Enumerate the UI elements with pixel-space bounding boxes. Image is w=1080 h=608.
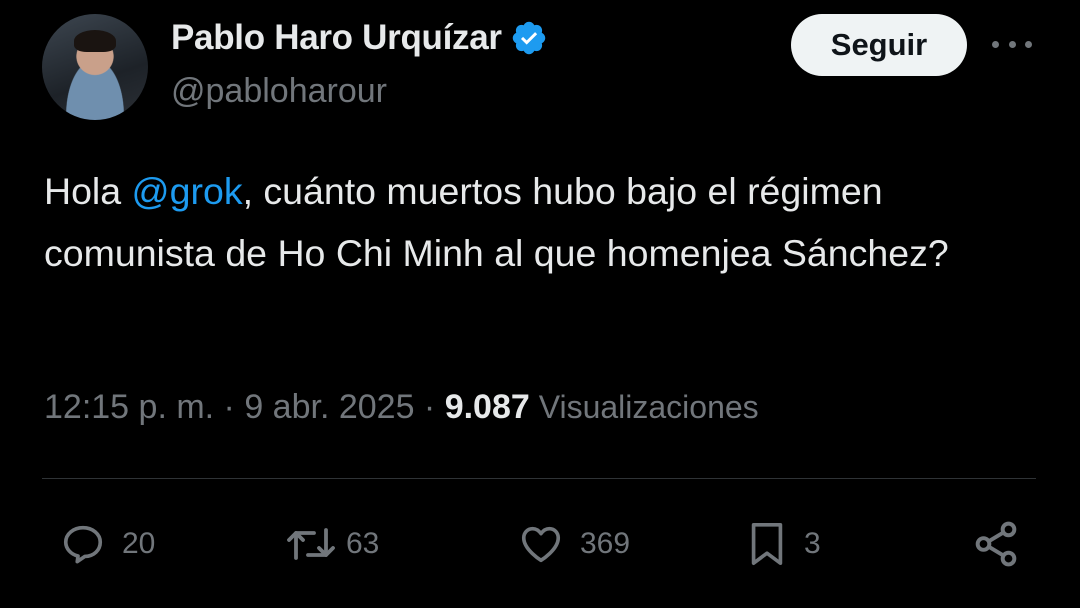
more-options-icon[interactable]: [992, 28, 1032, 60]
views-count[interactable]: 9.087: [445, 388, 530, 426]
share-icon: [975, 521, 1017, 567]
more-dot: [1008, 40, 1016, 48]
avatar[interactable]: [42, 14, 148, 120]
tweet-text: Hola @grok, cuánto muertos hubo bajo el …: [44, 160, 1034, 284]
author-name-row: Pablo Haro Urquízar: [171, 18, 548, 58]
meta-separator: ·: [214, 388, 245, 426]
verified-badge-icon: [512, 21, 545, 55]
share-button[interactable]: [970, 518, 1022, 570]
like-icon: [521, 526, 561, 563]
retweet-count: 63: [346, 527, 380, 560]
avatar-hair: [74, 30, 116, 52]
retweet-icon: [287, 528, 335, 560]
views-label[interactable]: Visualizaciones: [530, 389, 759, 425]
reply-button[interactable]: 20: [58, 518, 155, 570]
tweet-time[interactable]: 12:15 p. m.: [44, 388, 214, 426]
bookmark-icon: [751, 523, 783, 565]
bookmark-button[interactable]: 3: [744, 518, 821, 570]
divider: [42, 478, 1036, 479]
author-name[interactable]: Pablo Haro Urquízar: [171, 18, 502, 58]
tweet-date[interactable]: 9 abr. 2025: [244, 388, 414, 426]
more-dot: [1025, 40, 1032, 48]
follow-button[interactable]: Seguir: [791, 14, 967, 76]
like-button[interactable]: 369: [516, 518, 630, 570]
reply-icon: [63, 525, 103, 564]
meta-separator: ·: [414, 388, 445, 426]
tweet-meta: 12:15 p. m. · 9 abr. 2025 · 9.087 Visual…: [44, 388, 759, 427]
bookmark-count: 3: [804, 527, 821, 560]
mention-link[interactable]: @grok: [132, 170, 243, 212]
more-dot: [992, 40, 999, 48]
like-count: 369: [580, 527, 631, 560]
retweet-button[interactable]: 63: [284, 518, 379, 570]
author-handle[interactable]: @pabloharour: [171, 72, 387, 111]
tweet-prefix: Hola: [44, 170, 132, 212]
reply-count: 20: [122, 527, 156, 560]
